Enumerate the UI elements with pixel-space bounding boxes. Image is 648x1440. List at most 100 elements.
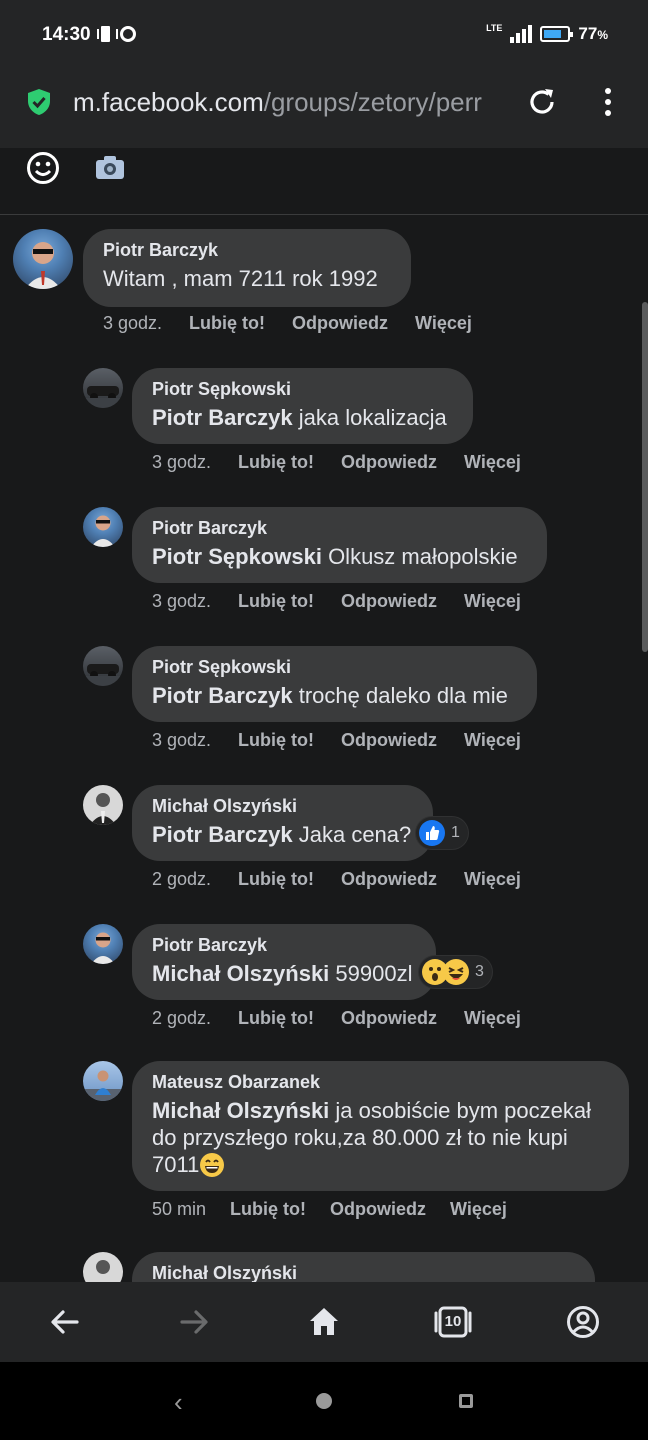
emoji-icon[interactable]	[26, 151, 60, 185]
mention-link[interactable]: Piotr Barczyk	[152, 822, 293, 847]
avatar[interactable]	[83, 507, 123, 547]
comment-author[interactable]: Michał Olszyński	[152, 795, 413, 817]
like-link[interactable]: Lubię to!	[189, 313, 265, 334]
comment-author[interactable]: Piotr Barczyk	[103, 239, 391, 261]
camera-icon[interactable]	[94, 154, 126, 180]
reaction-count: 3	[475, 963, 484, 980]
comment-reply: Piotr Barczyk Michał Olszyński 59900zl 3…	[0, 922, 648, 1052]
url-path: /groups/zetory/perr	[263, 87, 482, 117]
comment-bubble[interactable]: Michał Olszyński Piotr Barczyk Jaka cena…	[132, 785, 433, 861]
comment-bubble[interactable]: Michał Olszyński	[132, 1252, 595, 1282]
avatar[interactable]	[83, 924, 123, 964]
like-link[interactable]: Lubię to!	[238, 730, 314, 751]
comment-bubble[interactable]: Piotr Barczyk Michał Olszyński 59900zl	[132, 924, 436, 1000]
avatar[interactable]	[83, 368, 123, 408]
battery-percent: 77	[578, 24, 598, 43]
comment-actions: 50 min Lubię to! Odpowiedz Więcej	[152, 1199, 507, 1220]
comment-author[interactable]: Piotr Barczyk	[152, 517, 527, 539]
network-type: LTE	[486, 23, 503, 33]
mention-link[interactable]: Michał Olszyński	[152, 1098, 329, 1123]
comment-time[interactable]: 3 godz.	[103, 313, 162, 334]
reply-link[interactable]: Odpowiedz	[341, 452, 437, 473]
more-link[interactable]: Więcej	[464, 591, 521, 612]
status-time: 14:30	[42, 24, 91, 45]
address-bar[interactable]: m.facebook.com/groups/zetory/perr	[73, 87, 510, 118]
comment-actions: 2 godz. Lubię to! Odpowiedz Więcej	[152, 869, 521, 890]
mention-link[interactable]: Michał Olszyński	[152, 961, 329, 986]
alarm-icon	[120, 26, 136, 42]
reaction-summary[interactable]: 3	[419, 956, 492, 988]
avatar[interactable]	[83, 646, 123, 686]
like-link[interactable]: Lubię to!	[238, 452, 314, 473]
more-link[interactable]: Więcej	[450, 1199, 507, 1220]
browser-toolbar: m.facebook.com/groups/zetory/perr	[0, 70, 648, 148]
comment-time[interactable]: 50 min	[152, 1199, 206, 1220]
comment-actions: 3 godz. Lubię to! Odpowiedz Więcej	[103, 313, 472, 334]
comment-actions: 3 godz. Lubię to! Odpowiedz Więcej	[152, 452, 521, 473]
comment-time[interactable]: 3 godz.	[152, 730, 211, 751]
mention-link[interactable]: Piotr Barczyk	[152, 683, 293, 708]
reply-link[interactable]: Odpowiedz	[330, 1199, 426, 1220]
reply-link[interactable]: Odpowiedz	[341, 730, 437, 751]
tabs-button[interactable]: 10	[432, 1304, 474, 1340]
comment-time[interactable]: 3 godz.	[152, 452, 211, 473]
system-recents-icon[interactable]	[459, 1394, 473, 1408]
comment-time[interactable]: 2 godz.	[152, 1008, 211, 1029]
like-link[interactable]: Lubię to!	[238, 869, 314, 890]
comment-author[interactable]: Piotr Sępkowski	[152, 656, 517, 678]
comment-bubble[interactable]: Piotr Barczyk Piotr Sępkowski Olkusz mał…	[132, 507, 547, 583]
comment-author[interactable]: Piotr Sępkowski	[152, 378, 453, 400]
avatar[interactable]	[83, 785, 123, 825]
more-link[interactable]: Więcej	[415, 313, 472, 334]
status-bar: 14:30 LTE 77%	[0, 0, 648, 70]
comment-bubble[interactable]: Mateusz Obarzanek Michał Olszyński ja os…	[132, 1061, 629, 1191]
comment-author[interactable]: Piotr Barczyk	[152, 934, 416, 956]
comments-feed[interactable]: Piotr Barczyk Witam , mam 7211 rok 1992 …	[0, 216, 648, 1282]
mention-link[interactable]: Piotr Sępkowski	[152, 544, 322, 569]
like-link[interactable]: Lubię to!	[230, 1199, 306, 1220]
system-home-icon[interactable]	[316, 1393, 332, 1409]
more-link[interactable]: Więcej	[464, 452, 521, 473]
comment-actions: 2 godz. Lubię to! Odpowiedz Więcej	[152, 1008, 521, 1029]
reply-link[interactable]: Odpowiedz	[341, 1008, 437, 1029]
comment-bubble[interactable]: Piotr Sępkowski Piotr Barczyk jaka lokal…	[132, 368, 473, 444]
reaction-count: 1	[451, 824, 460, 841]
comment-reply: Piotr Barczyk Piotr Sępkowski Olkusz mał…	[0, 505, 648, 635]
comment-bubble[interactable]: Piotr Barczyk Witam , mam 7211 rok 1992	[83, 229, 411, 307]
reply-link[interactable]: Odpowiedz	[341, 591, 437, 612]
menu-icon[interactable]	[600, 86, 616, 118]
avatar[interactable]	[83, 1061, 123, 1101]
avatar[interactable]	[83, 1252, 123, 1282]
account-icon[interactable]	[565, 1304, 601, 1340]
back-arrow-icon[interactable]	[47, 1304, 83, 1340]
like-reaction-icon	[419, 820, 445, 846]
comment-text: Olkusz małopolskie	[321, 544, 518, 569]
comment-reply: Michał Olszyński Piotr Barczyk Jaka cena…	[0, 783, 648, 913]
scrollbar[interactable]	[642, 302, 648, 652]
url-host: m.facebook.com	[73, 87, 264, 117]
like-link[interactable]: Lubię to!	[238, 1008, 314, 1029]
comment-author[interactable]: Mateusz Obarzanek	[152, 1071, 609, 1093]
comment-reply: Michał Olszyński	[0, 1252, 648, 1282]
more-link[interactable]: Więcej	[464, 1008, 521, 1029]
comment-author[interactable]: Michał Olszyński	[152, 1262, 575, 1282]
mention-link[interactable]: Piotr Barczyk	[152, 405, 293, 430]
comment: Piotr Barczyk Witam , mam 7211 rok 1992 …	[0, 216, 648, 346]
avatar[interactable]	[13, 229, 73, 289]
more-link[interactable]: Więcej	[464, 869, 521, 890]
comment-text: ja osobiście bym poczekał	[329, 1098, 591, 1123]
reply-link[interactable]: Odpowiedz	[292, 313, 388, 334]
comment-text: jaka lokalizacja	[292, 405, 447, 430]
reload-icon[interactable]	[526, 86, 558, 118]
comment-time[interactable]: 2 godz.	[152, 869, 211, 890]
system-back-icon[interactable]: ‹	[174, 1389, 183, 1415]
comment-time[interactable]: 3 godz.	[152, 591, 211, 612]
reaction-summary[interactable]: 1	[416, 817, 468, 849]
home-icon[interactable]	[306, 1304, 342, 1340]
like-link[interactable]: Lubię to!	[238, 591, 314, 612]
more-link[interactable]: Więcej	[464, 730, 521, 751]
secure-shield-icon	[28, 89, 50, 115]
battery-icon	[540, 26, 574, 42]
reply-link[interactable]: Odpowiedz	[341, 869, 437, 890]
comment-bubble[interactable]: Piotr Sępkowski Piotr Barczyk trochę dal…	[132, 646, 537, 722]
